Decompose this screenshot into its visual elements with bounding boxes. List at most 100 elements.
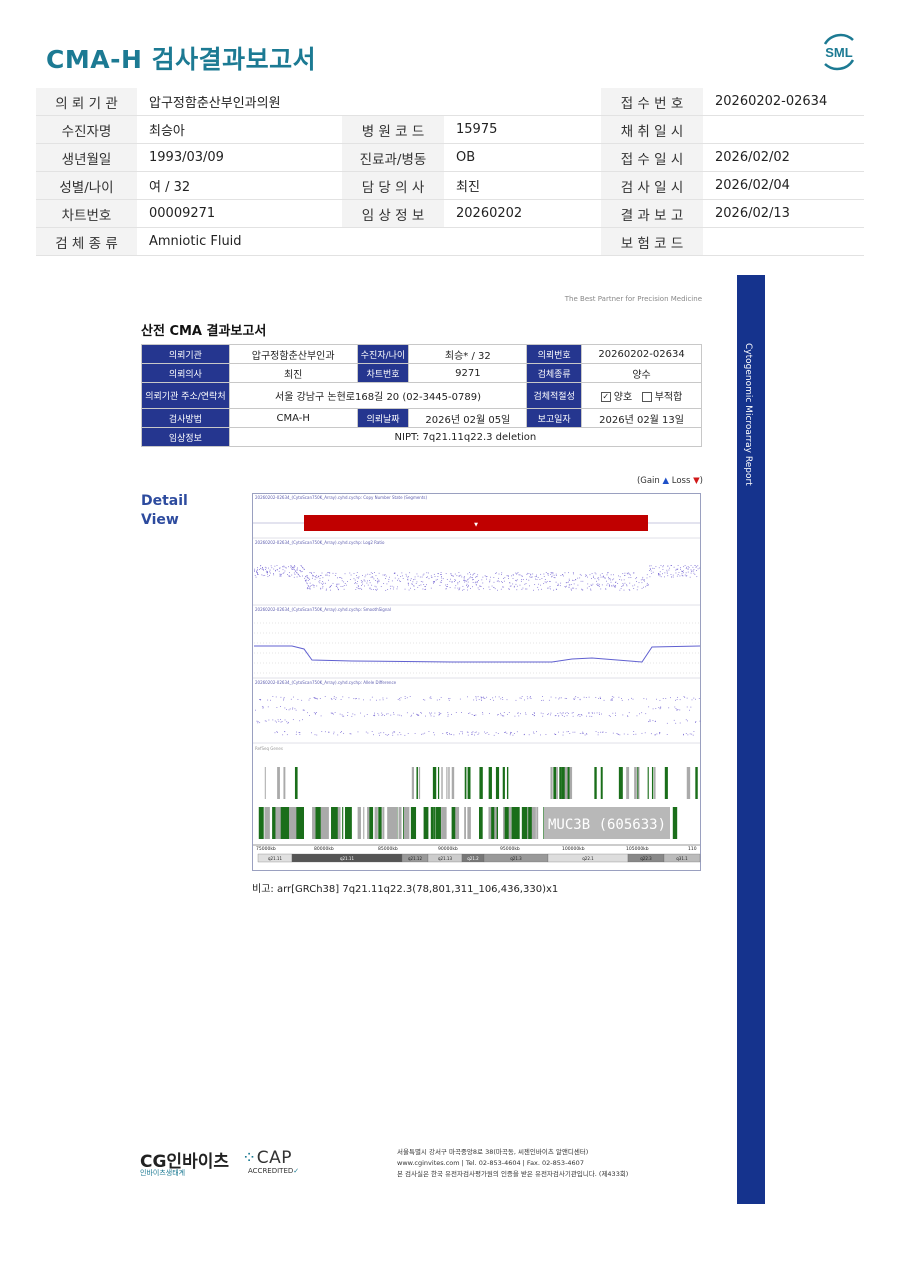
log2-point xyxy=(464,580,466,582)
log2-point xyxy=(408,589,410,591)
allele-point xyxy=(268,719,270,721)
log2-point xyxy=(696,576,698,578)
log2-point xyxy=(476,582,478,584)
log2-point xyxy=(283,566,285,568)
log2-point xyxy=(649,567,651,569)
gene-mark xyxy=(382,807,385,839)
log2-point xyxy=(369,580,370,581)
log2-point xyxy=(254,570,255,572)
allele-point xyxy=(474,732,476,734)
allele-point xyxy=(356,698,357,699)
allele-point xyxy=(478,732,480,734)
log2-point xyxy=(650,565,652,567)
log2-point xyxy=(607,583,609,585)
log2-point xyxy=(613,585,615,587)
gene-mark xyxy=(536,807,539,839)
header-label: 진료과/병동 xyxy=(342,143,444,172)
allele-point xyxy=(571,712,573,714)
allele-point xyxy=(579,733,581,734)
log2-point xyxy=(516,579,518,581)
label-specimen: 검체종류 xyxy=(526,363,583,383)
log2-point xyxy=(521,575,523,577)
log2-point xyxy=(658,574,660,576)
allele-point xyxy=(548,713,549,715)
header-label: 보 험 코 드 xyxy=(601,227,703,256)
log2-point xyxy=(478,589,480,591)
log2-point xyxy=(397,574,398,576)
log2-point xyxy=(573,573,574,575)
log2-point xyxy=(367,580,368,582)
coord-tick-label: 105000kb xyxy=(626,846,649,852)
log2-point xyxy=(680,568,681,570)
allele-point xyxy=(641,732,643,734)
panel2-title: 20260202-02634_(CytoScan750K_Array).cyhd… xyxy=(255,540,385,545)
allele-point xyxy=(449,734,451,736)
log2-point xyxy=(329,586,331,588)
gene-mark xyxy=(618,767,622,799)
allele-point xyxy=(596,712,598,714)
allele-point xyxy=(460,731,462,732)
log2-point xyxy=(482,582,484,584)
log2-point xyxy=(488,586,490,588)
log2-point xyxy=(568,581,569,583)
log2-point xyxy=(519,584,521,586)
gene-mark xyxy=(457,807,459,839)
label-patient: 수진자/나이 xyxy=(356,344,410,364)
header-label: 접 수 일 시 xyxy=(601,143,703,172)
log2-point xyxy=(561,574,563,575)
header-row: 성별/나이 여 / 32 담 당 의 사 최진 검 사 일 시 2026/02/04 xyxy=(36,171,864,200)
log2-point xyxy=(292,569,293,570)
log2-point xyxy=(684,574,686,576)
allele-point xyxy=(581,714,583,716)
allele-point xyxy=(284,719,286,721)
panel1-title: 20260202-02634_(CytoScan750K_Array).cyhd… xyxy=(255,495,427,500)
allele-point xyxy=(599,696,601,698)
gene-mark xyxy=(410,807,417,839)
log2-point xyxy=(547,587,549,589)
allele-point xyxy=(621,699,623,701)
log2-point xyxy=(405,573,407,575)
log2-point xyxy=(264,566,266,568)
header-row: 차트번호 00009271 임 상 정 보 20260202 결 과 보 고 2026/0… xyxy=(36,199,864,228)
log2-point xyxy=(474,572,476,574)
log2-point xyxy=(601,584,603,586)
log2-point xyxy=(301,570,303,572)
allele-point xyxy=(316,734,318,736)
log2-point xyxy=(369,582,371,584)
allele-point xyxy=(493,699,495,701)
log2-point xyxy=(623,584,624,586)
log2-point xyxy=(671,576,672,578)
allele-point xyxy=(524,733,525,735)
allele-point xyxy=(598,712,600,714)
allele-point xyxy=(679,699,681,701)
header-label: 담 당 의 사 xyxy=(342,171,444,200)
allele-point xyxy=(468,713,470,714)
log2-point xyxy=(501,574,502,576)
log2-point xyxy=(428,578,430,580)
log2-point xyxy=(682,572,684,574)
allele-point xyxy=(466,696,468,698)
value-specimen: 양수 xyxy=(581,363,702,383)
allele-point xyxy=(342,715,344,717)
allele-point xyxy=(562,712,564,714)
allele-point xyxy=(480,696,482,698)
log2-point xyxy=(496,572,497,574)
header-value: 20260202 xyxy=(444,199,601,228)
allele-point xyxy=(259,699,260,700)
log2-point xyxy=(441,576,442,577)
log2-point xyxy=(686,566,687,568)
log2-point xyxy=(319,582,321,584)
gene-mark xyxy=(455,807,460,839)
gene-mark xyxy=(553,767,557,799)
allele-point xyxy=(458,733,460,735)
log2-point xyxy=(462,589,464,591)
allele-point xyxy=(586,715,587,717)
log2-point xyxy=(529,585,530,587)
allele-point xyxy=(292,719,294,721)
allele-point xyxy=(579,699,581,701)
log2-point xyxy=(309,586,311,588)
log2-point xyxy=(312,584,314,586)
log2-point xyxy=(552,573,554,575)
log2-point xyxy=(446,586,448,588)
allele-point xyxy=(693,697,695,699)
